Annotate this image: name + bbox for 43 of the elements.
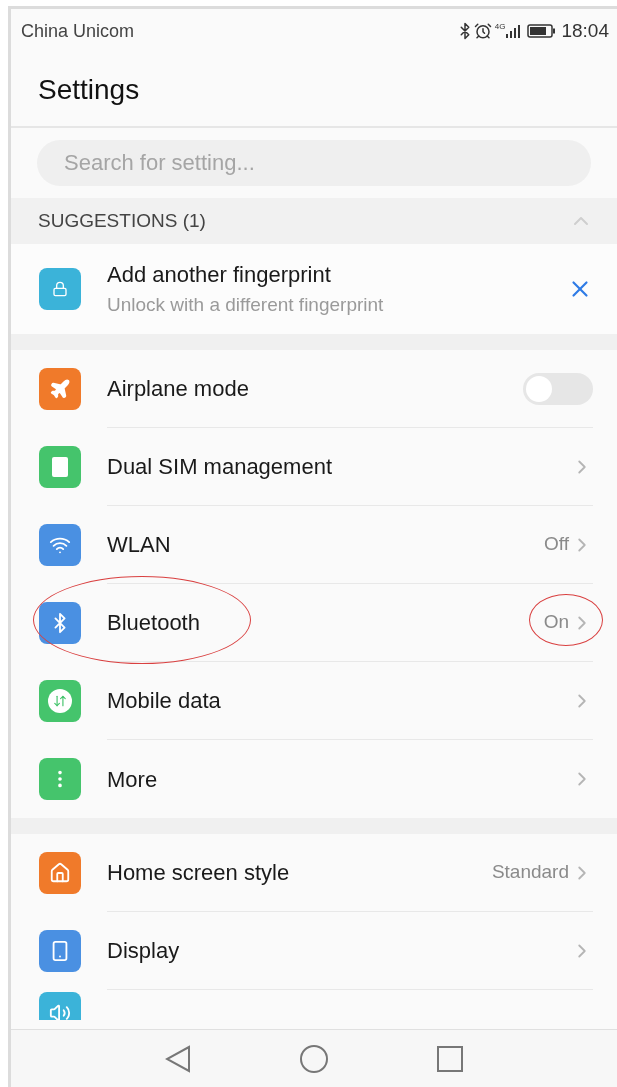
settings-row[interactable]: Dual SIM management (11, 428, 617, 506)
settings-row[interactable]: Home screen style Standard (11, 834, 617, 912)
row-label: WLAN (107, 531, 172, 559)
settings-row[interactable]: Mobile data (11, 662, 617, 740)
phone-lock-icon (39, 268, 81, 310)
row-value: Off (544, 532, 569, 557)
airplane-icon (39, 368, 81, 410)
signal-icon (505, 23, 522, 39)
search-field[interactable]: Search for setting... (37, 140, 591, 186)
row-label: Display (107, 937, 181, 965)
carrier-name: China Unicom (21, 19, 136, 43)
back-icon[interactable] (165, 1044, 191, 1073)
home-icon (39, 852, 81, 894)
bluetooth-icon (39, 602, 81, 644)
home-circle-icon[interactable] (299, 1043, 329, 1074)
section-header: SUGGESTIONS (1) (38, 208, 207, 233)
settings-row[interactable]: WLAN Off (11, 506, 617, 584)
suggestion-title: Add another fingerprint (107, 261, 332, 290)
clock-time: 18:04 (561, 18, 609, 43)
recents-icon[interactable] (437, 1045, 463, 1072)
row-value: Standard (491, 860, 569, 885)
row-label: Dual SIM management (107, 453, 333, 481)
row-label: Home screen style (107, 859, 291, 887)
row-label: Airplane mode (107, 375, 250, 403)
settings-row[interactable]: Bluetooth On (11, 584, 617, 662)
row-value: On (543, 610, 569, 635)
display-icon (39, 930, 81, 972)
network-type: 4G (494, 21, 506, 33)
settings-row[interactable]: Airplane mode (11, 350, 617, 428)
settings-row[interactable]: More (11, 740, 617, 818)
data-arrows-icon (39, 680, 81, 722)
row-label: More (107, 765, 159, 794)
battery-icon (527, 24, 558, 38)
wifi-icon (39, 524, 81, 566)
alarm-icon (473, 22, 492, 40)
suggestion-subtitle: Unlock with a different fingerprint (107, 293, 385, 318)
more-dots-icon (39, 758, 81, 800)
settings-row[interactable]: Display (11, 912, 617, 990)
row-label: Bluetooth (107, 609, 201, 637)
row-label: Mobile data (107, 687, 222, 715)
page-title: Settings (38, 72, 140, 107)
sim-card-icon (39, 446, 81, 488)
toggle-switch[interactable] (523, 372, 593, 405)
